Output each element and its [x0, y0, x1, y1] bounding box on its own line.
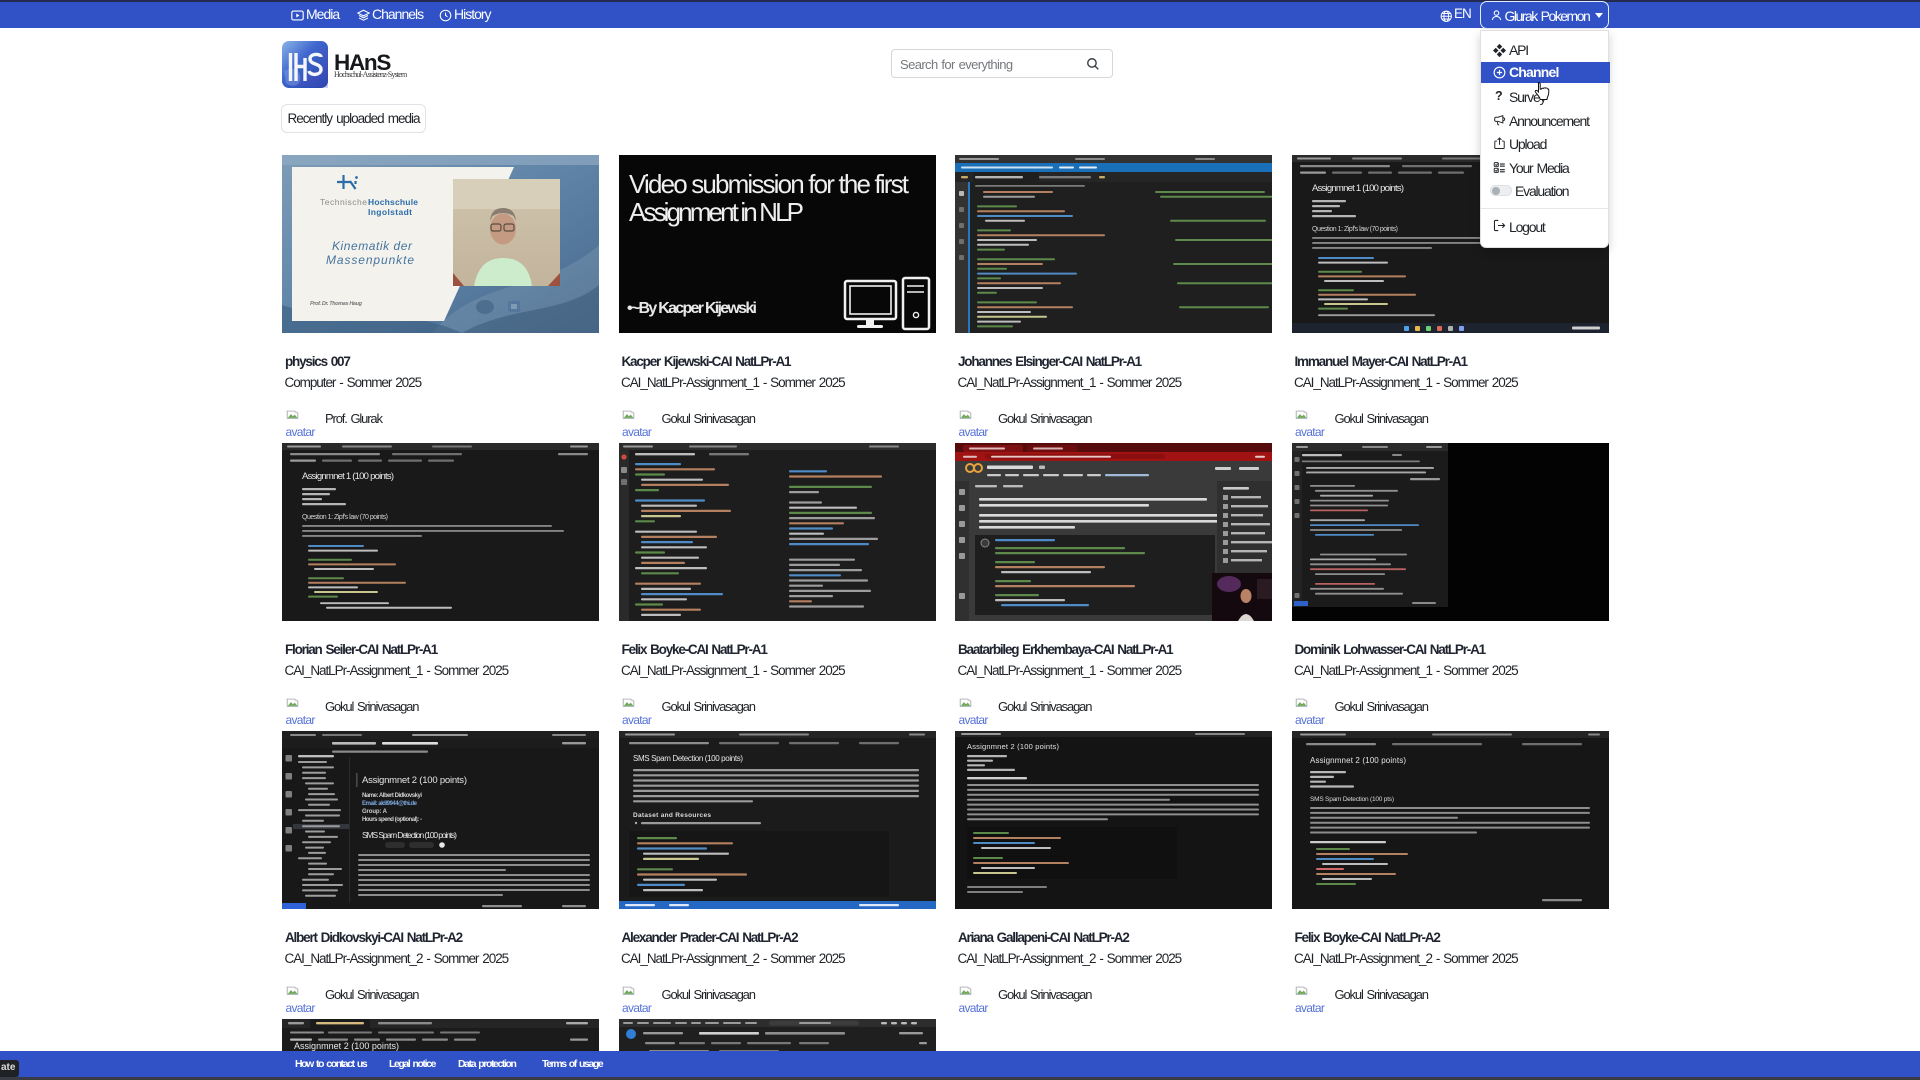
svg-text:SMS Spam Detection (100 pts): SMS Spam Detection (100 pts)	[1310, 796, 1394, 803]
svg-text:•~By Kacper Kijewski: •~By Kacper Kijewski	[627, 300, 757, 317]
svg-text:Technische: Technische	[320, 197, 367, 207]
svg-text:Hochschule: Hochschule	[368, 197, 418, 207]
svg-text:Assignmnet 2 (100 points): Assignmnet 2 (100 points)	[967, 742, 1060, 751]
svg-text:Dataset and Resources: Dataset and Resources	[633, 812, 711, 819]
svg-text:Group: A: Group: A	[362, 809, 388, 815]
svg-text:SMS Spam Detection (100 points: SMS Spam Detection (100 points)	[362, 830, 457, 840]
svg-text:Question 1: Zipf's law (70 poi: Question 1: Zipf's law (70 points)	[1312, 226, 1398, 233]
svg-text:Hours spend (optional): -: Hours spend (optional): -	[362, 817, 422, 823]
svg-text:Assignmnet 1 (100 points): Assignmnet 1 (100 points)	[302, 471, 394, 482]
svg-text:Assignment in NLP: Assignment in NLP	[629, 197, 804, 227]
svg-text:Video submission for the first: Video submission for the first	[629, 169, 910, 199]
svg-text:Assignmnet 2 (100 points): Assignmnet 2 (100 points)	[294, 1041, 399, 1051]
svg-text:Assignmnet 2 (100 points): Assignmnet 2 (100 points)	[1310, 756, 1406, 765]
svg-text:Kinematik der: Kinematik der	[332, 239, 413, 253]
svg-text:Email: aldi9944@thi.de: Email: aldi9944@thi.de	[362, 801, 418, 807]
svg-text:Prof. Dr. Thomas Haug: Prof. Dr. Thomas Haug	[310, 301, 363, 307]
svg-text:Question 1: Zipf's law (70 poi: Question 1: Zipf's law (70 points)	[302, 514, 388, 521]
svg-text:Ingolstadt: Ingolstadt	[368, 207, 412, 217]
svg-text:SMS Spam Detection (100 points: SMS Spam Detection (100 points)	[633, 754, 743, 763]
svg-text:Name: Albert Didkovskyi: Name: Albert Didkovskyi	[362, 793, 422, 799]
svg-text:Assignmnet 1 (100 points): Assignmnet 1 (100 points)	[1312, 183, 1404, 194]
svg-text:Massenpunkte: Massenpunkte	[326, 253, 414, 267]
svg-text:Assignmnet 2 (100 points): Assignmnet 2 (100 points)	[362, 775, 467, 786]
